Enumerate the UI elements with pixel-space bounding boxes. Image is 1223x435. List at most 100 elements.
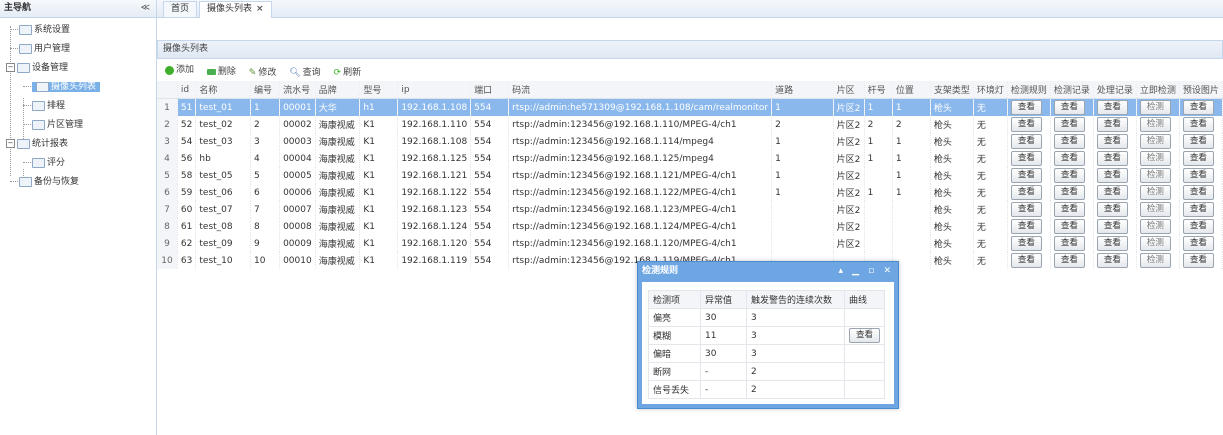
column-header[interactable]: 流水号 (279, 81, 316, 99)
view-handling-button[interactable]: 查看 (1096, 168, 1128, 183)
view-rules-button[interactable]: 查看 (1010, 253, 1042, 268)
column-header[interactable]: 品牌 (315, 81, 361, 99)
column-header[interactable]: 检测规则 (1007, 81, 1051, 99)
detect-now-button[interactable]: 检测 (1139, 185, 1171, 200)
view-records-button[interactable]: 查看 (1053, 117, 1085, 132)
delete-button[interactable]: 删除 (206, 62, 236, 82)
view-rules-button[interactable]: 查看 (1010, 185, 1042, 200)
tab-camera-list[interactable]: 摄像头列表 × (199, 1, 272, 18)
view-preset-button[interactable]: 查看 (1182, 219, 1214, 234)
column-header[interactable]: 型号 (359, 81, 399, 99)
sidebar-item-backup-restore[interactable]: 备份与恢复 (10, 174, 79, 191)
view-handling-button[interactable]: 查看 (1096, 100, 1128, 115)
view-rules-button[interactable]: 查看 (1010, 117, 1042, 132)
view-preset-button[interactable]: 查看 (1182, 100, 1214, 115)
table-row[interactable]: 2 52 test_02 2 00002 海康视威 K1 192.168.1.1… (157, 116, 1223, 133)
column-header[interactable]: 码流 (508, 81, 773, 99)
view-records-button[interactable]: 查看 (1053, 185, 1085, 200)
view-rules-button[interactable]: 查看 (1010, 100, 1042, 115)
view-handling-button[interactable]: 查看 (1096, 202, 1128, 217)
detect-now-button[interactable]: 检测 (1139, 100, 1171, 115)
view-rules-button[interactable]: 查看 (1010, 236, 1042, 251)
detect-now-button[interactable]: 检测 (1139, 151, 1171, 166)
table-row[interactable]: 7 60 test_07 7 00007 海康视威 K1 192.168.1.1… (157, 201, 1223, 218)
column-header[interactable]: 立即检测 (1136, 81, 1180, 99)
detect-now-button[interactable]: 检测 (1139, 117, 1171, 132)
table-row[interactable]: 5 58 test_05 5 00005 海康视威 K1 192.168.1.1… (157, 167, 1223, 184)
column-header[interactable]: ip (397, 81, 472, 99)
view-rules-button[interactable]: 查看 (1010, 202, 1042, 217)
detect-now-button[interactable]: 检测 (1139, 236, 1171, 251)
sidebar-item-system-settings[interactable]: 系统设置 (10, 22, 70, 39)
view-records-button[interactable]: 查看 (1053, 151, 1085, 166)
column-header[interactable]: 检测记录 (1050, 81, 1094, 99)
view-rules-button[interactable]: 查看 (1010, 168, 1042, 183)
view-records-button[interactable]: 查看 (1053, 100, 1085, 115)
column-header[interactable]: 名称 (195, 81, 252, 99)
view-preset-button[interactable]: 查看 (1182, 253, 1214, 268)
view-preset-button[interactable]: 查看 (1182, 151, 1214, 166)
table-row[interactable]: 4 56 hb 4 00004 海康视威 K1 192.168.1.125 55… (157, 150, 1223, 167)
add-button[interactable]: 添加 (165, 60, 194, 80)
view-rules-button[interactable]: 查看 (1010, 151, 1042, 166)
table-row[interactable]: 6 59 test_06 6 00006 海康视威 K1 192.168.1.1… (157, 184, 1223, 201)
refresh-button[interactable]: ⟳ 刷新 (334, 63, 362, 83)
view-records-button[interactable]: 查看 (1053, 168, 1085, 183)
sidebar-item-schedule[interactable]: 排程 (23, 98, 65, 115)
collapse-sidebar-icon[interactable]: ≪ (141, 0, 150, 17)
table-row[interactable]: 1 51 test_01 1 00001 大华 h1 192.168.1.108… (157, 98, 1223, 116)
sidebar-item-statistics[interactable]: − 统计报表 (6, 136, 68, 153)
close-tab-icon[interactable]: × (256, 4, 264, 14)
column-header[interactable]: 片区 (833, 81, 865, 99)
collapse-minus-icon[interactable]: − (6, 139, 15, 148)
sidebar-item-device-management[interactable]: − 设备管理 (6, 60, 68, 77)
view-curve-button[interactable]: 查看 (849, 328, 881, 343)
view-records-button[interactable]: 查看 (1053, 253, 1085, 268)
table-row[interactable]: 8 61 test_08 8 00008 海康视威 K1 192.168.1.1… (157, 218, 1223, 235)
column-header[interactable]: 预设图片 (1179, 81, 1223, 99)
view-preset-button[interactable]: 查看 (1182, 185, 1214, 200)
detect-now-button[interactable]: 检测 (1139, 219, 1171, 234)
sidebar-item-user-management[interactable]: 用户管理 (10, 41, 70, 58)
column-header[interactable]: 端口 (470, 81, 510, 99)
column-header[interactable]: 道路 (771, 81, 834, 99)
view-handling-button[interactable]: 查看 (1096, 236, 1128, 251)
dialog-titlebar[interactable]: 检测规则 ▴ ▁ ▫ ✕ (638, 262, 898, 280)
sidebar-item-score[interactable]: 评分 (23, 155, 65, 172)
sidebar-item-camera-list[interactable]: 摄像头列表 (23, 79, 101, 96)
view-handling-button[interactable]: 查看 (1096, 253, 1128, 268)
view-records-button[interactable]: 查看 (1053, 219, 1085, 234)
column-header[interactable]: 环境灯 (973, 81, 1008, 99)
view-records-button[interactable]: 查看 (1053, 134, 1085, 149)
view-handling-button[interactable]: 查看 (1096, 219, 1128, 234)
table-row[interactable]: 3 54 test_03 3 00003 海康视威 K1 192.168.1.1… (157, 133, 1223, 150)
query-button[interactable]: 🔍︎ 查询 (289, 63, 320, 83)
view-rules-button[interactable]: 查看 (1010, 219, 1042, 234)
detect-now-button[interactable]: 检测 (1139, 134, 1171, 149)
view-handling-button[interactable]: 查看 (1096, 151, 1128, 166)
view-handling-button[interactable]: 查看 (1096, 185, 1128, 200)
view-rules-button[interactable]: 查看 (1010, 134, 1042, 149)
table-row[interactable]: 9 62 test_09 9 00009 海康视威 K1 192.168.1.1… (157, 235, 1223, 252)
tab-home[interactable]: 首页 (163, 1, 198, 17)
view-preset-button[interactable]: 查看 (1182, 134, 1214, 149)
column-header[interactable]: 处理记录 (1093, 81, 1137, 99)
view-preset-button[interactable]: 查看 (1182, 117, 1214, 132)
view-preset-button[interactable]: 查看 (1182, 236, 1214, 251)
detect-now-button[interactable]: 检测 (1139, 168, 1171, 183)
view-preset-button[interactable]: 查看 (1182, 202, 1214, 217)
column-header[interactable]: 位置 (892, 81, 931, 99)
view-handling-button[interactable]: 查看 (1096, 117, 1128, 132)
column-header[interactable]: 编号 (250, 81, 281, 99)
detect-now-button[interactable]: 检测 (1139, 253, 1171, 268)
column-header[interactable]: 杆号 (864, 81, 893, 99)
collapse-minus-icon[interactable]: − (6, 63, 15, 72)
view-records-button[interactable]: 查看 (1053, 202, 1085, 217)
column-header[interactable]: 支架类型 (930, 81, 974, 99)
window-controls-icon[interactable]: ▴ ▁ ▫ ✕ (839, 262, 894, 280)
sidebar-item-area-management[interactable]: 片区管理 (23, 117, 83, 134)
view-preset-button[interactable]: 查看 (1182, 168, 1214, 183)
column-header[interactable]: id (177, 81, 197, 99)
view-records-button[interactable]: 查看 (1053, 236, 1085, 251)
detect-now-button[interactable]: 检测 (1139, 202, 1171, 217)
